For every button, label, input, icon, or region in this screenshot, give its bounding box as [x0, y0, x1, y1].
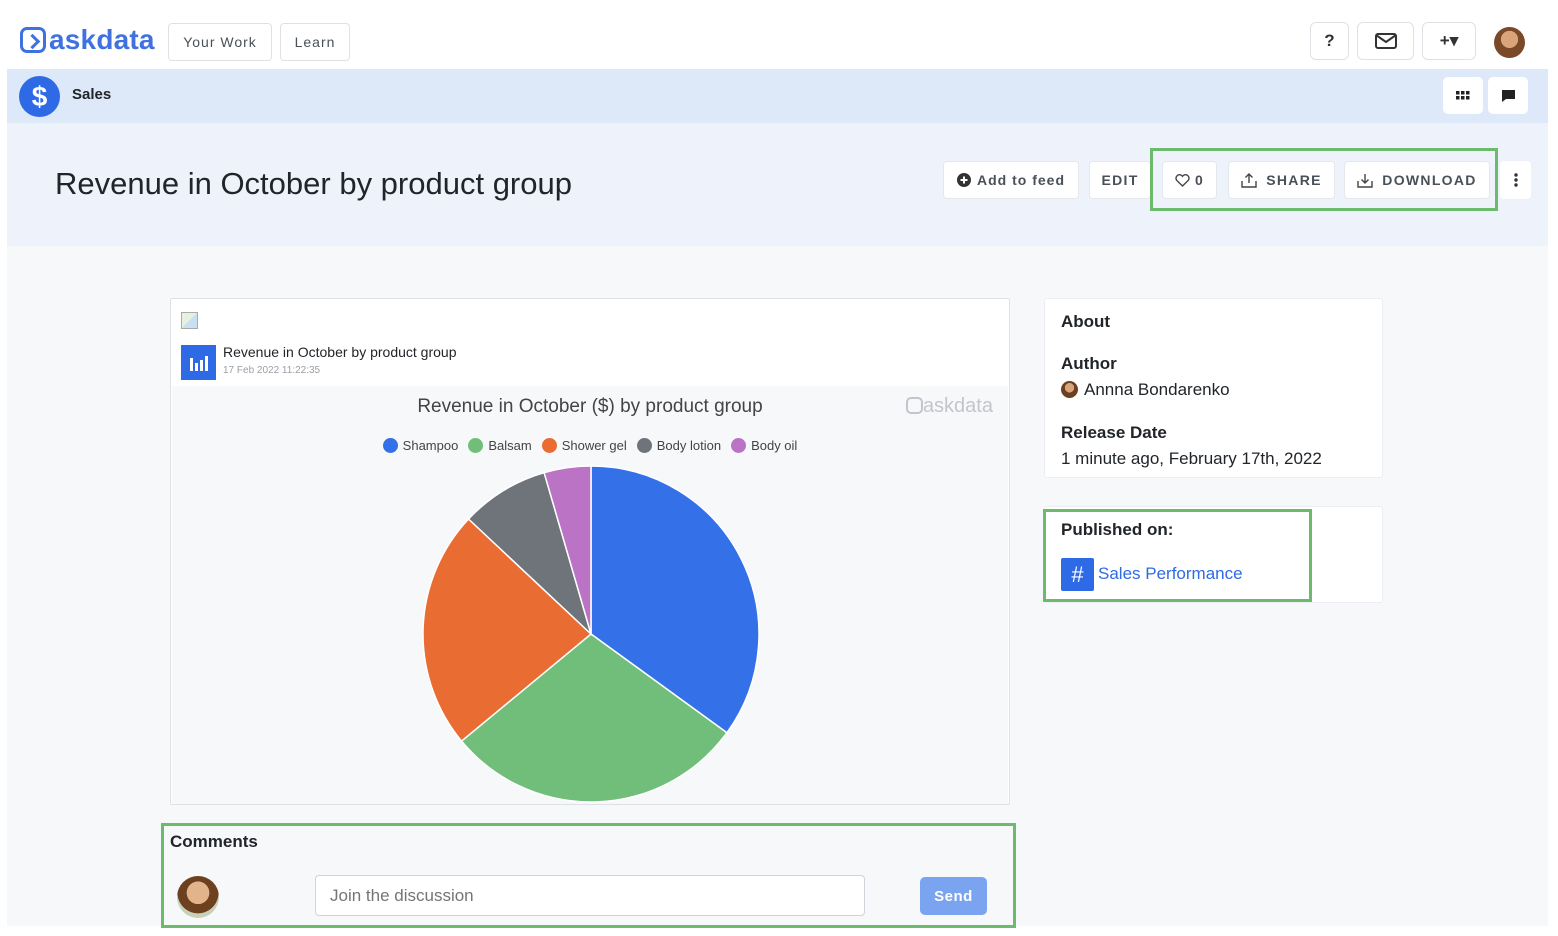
- plus-circle-icon: [957, 173, 971, 187]
- learn-button[interactable]: Learn: [280, 23, 350, 61]
- highlight-box-published: [1043, 509, 1312, 602]
- release-date-label: Release Date: [1061, 423, 1167, 442]
- help-button[interactable]: ?: [1310, 22, 1349, 60]
- author-row: Annna Bondarenko: [1061, 380, 1230, 400]
- more-options-button[interactable]: [1500, 161, 1531, 199]
- your-work-button[interactable]: Your Work: [168, 23, 272, 61]
- pie-chart: [422, 465, 760, 803]
- release-date-value: 1 minute ago, February 17th, 2022: [1061, 449, 1322, 468]
- add-to-feed-label: Add to feed: [977, 172, 1065, 188]
- highlight-box-actions: [1150, 148, 1498, 211]
- chat-button[interactable]: [1488, 77, 1528, 114]
- bar-chart-icon: [181, 345, 216, 380]
- create-button[interactable]: +▾: [1422, 22, 1476, 60]
- about-heading: About: [1061, 312, 1111, 331]
- kebab-icon: [1513, 173, 1518, 187]
- grid-icon: [1456, 90, 1470, 99]
- author-avatar: [1061, 381, 1078, 398]
- dollar-icon: $: [19, 76, 60, 117]
- top-navbar: askdata Your Work Learn ? +▾: [0, 0, 1558, 69]
- logo-text: askdata: [49, 24, 155, 55]
- chart-card: Revenue in October by product group 17 F…: [170, 298, 1010, 805]
- author-label: Author: [1061, 354, 1117, 373]
- messages-button[interactable]: [1357, 22, 1414, 60]
- highlight-box-comments: [161, 823, 1016, 928]
- askdata-logo[interactable]: askdata: [20, 24, 155, 56]
- card-title: Revenue in October by product group: [223, 344, 457, 360]
- add-to-feed-button[interactable]: Add to feed: [943, 161, 1079, 199]
- page-title: Revenue in October by product group: [55, 166, 572, 201]
- author-name[interactable]: Annna Bondarenko: [1084, 380, 1230, 399]
- envelope-icon: [1374, 33, 1397, 49]
- card-date: 17 Feb 2022 11:22:35: [223, 365, 321, 376]
- about-panel: About Author Annna Bondarenko Release Da…: [1044, 298, 1383, 478]
- grid-view-button[interactable]: [1443, 77, 1483, 114]
- broken-image-icon: [181, 312, 198, 329]
- chat-icon: [1501, 89, 1515, 102]
- breadcrumb-bar: [7, 69, 1548, 123]
- chart-area: Revenue in October ($) by product group …: [172, 386, 1008, 804]
- edit-button[interactable]: EDIT: [1089, 161, 1151, 199]
- askdata-logo-icon: [20, 27, 46, 53]
- user-avatar[interactable]: [1494, 27, 1525, 58]
- breadcrumb-sales[interactable]: Sales: [72, 86, 111, 103]
